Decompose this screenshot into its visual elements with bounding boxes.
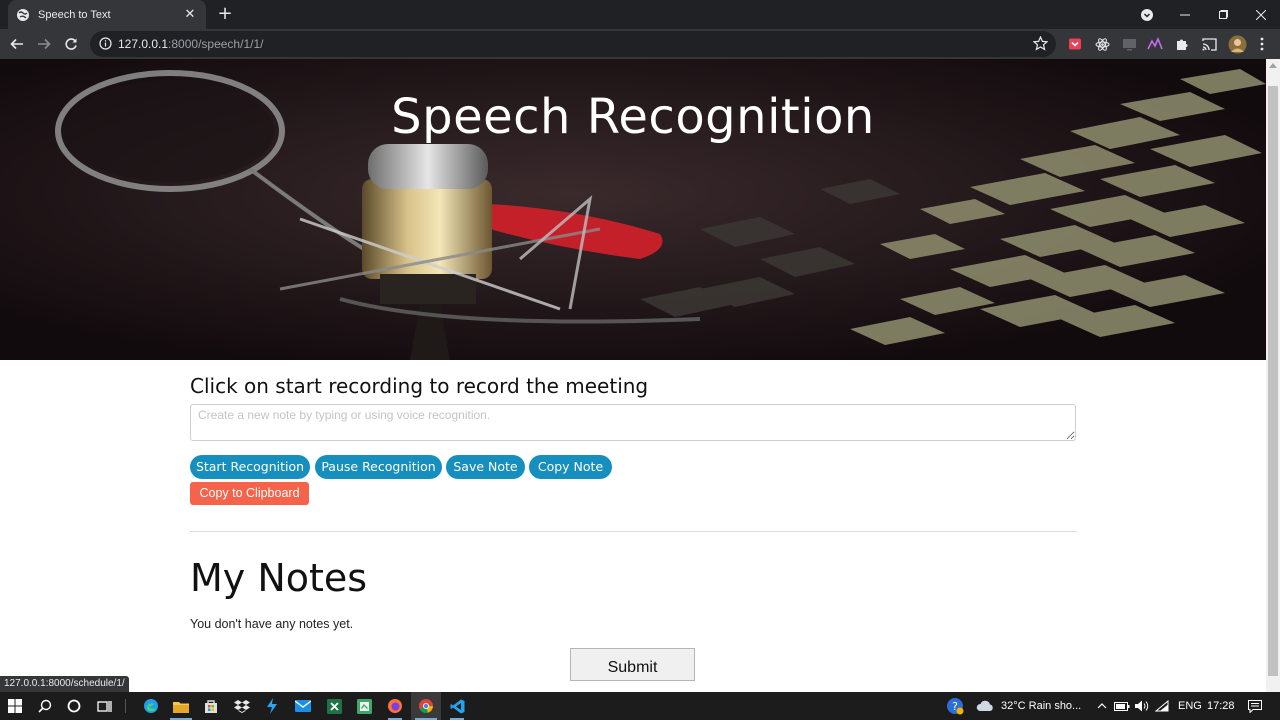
reload-icon[interactable] [59, 32, 83, 56]
hero-title: Speech Recognition [391, 89, 875, 145]
notes-heading: My Notes [190, 556, 368, 600]
star-icon[interactable] [1033, 36, 1048, 51]
url-path: :8000/speech/1/1/ [168, 37, 264, 51]
weather-text[interactable]: 32°C Rain sho... [1001, 692, 1081, 720]
taskbar-separator [125, 699, 126, 713]
address-bar[interactable]: 127.0.0.1:8000/speech/1/1/ [90, 31, 1056, 57]
sticky-app-icon[interactable] [349, 692, 379, 720]
battery-icon[interactable] [1112, 692, 1132, 720]
windows-start-icon[interactable] [0, 692, 30, 720]
link-status-bubble: 127.0.0.1:8000/schedule/1/ [0, 676, 129, 692]
section-divider [190, 531, 1077, 532]
extension-icon[interactable] [1147, 36, 1163, 52]
empty-notes-message: You don't have any notes yet. [190, 617, 354, 631]
copy-note-button[interactable]: Copy Note [529, 455, 612, 479]
power-automate-icon[interactable] [257, 692, 287, 720]
react-devtools-icon[interactable] [1094, 36, 1110, 52]
arrow-right-icon[interactable] [32, 32, 56, 56]
help-icon[interactable]: ? [940, 692, 970, 720]
windows-taskbar: ? 32°C Rain sho... ENG 17:28 [0, 692, 1280, 720]
page-viewport: Speech Recognition Click on start record… [0, 59, 1266, 692]
cast-screen-icon[interactable] [1121, 36, 1137, 52]
notifications-icon[interactable] [1240, 692, 1270, 720]
language-indicator[interactable]: ENG [1178, 692, 1202, 720]
store-icon[interactable] [196, 692, 226, 720]
puzzle-icon[interactable] [1174, 36, 1190, 52]
browser-toolbar: 127.0.0.1:8000/speech/1/1/ [0, 29, 1280, 59]
browser-tab-strip: Speech to Text ✕ + [0, 0, 1280, 29]
browser-tab[interactable]: Speech to Text ✕ [8, 0, 206, 29]
maximize-icon[interactable] [1204, 0, 1242, 29]
tab-title: Speech to Text [38, 8, 111, 21]
hero-banner: Speech Recognition [0, 59, 1266, 360]
note-textarea[interactable] [190, 404, 1076, 441]
copy-to-clipboard-button[interactable]: Copy to Clipboard [190, 482, 309, 505]
firefox-icon[interactable] [380, 692, 410, 720]
minimize-icon[interactable] [1166, 0, 1204, 29]
dropbox-icon[interactable] [227, 692, 257, 720]
edge-icon[interactable] [136, 692, 166, 720]
more-menu-icon[interactable] [1254, 36, 1270, 52]
scroll-up-icon[interactable] [1269, 63, 1277, 68]
excel-icon[interactable] [319, 692, 349, 720]
page-scrollbar[interactable] [1266, 59, 1280, 692]
wifi-icon[interactable] [1152, 692, 1172, 720]
tab-close-icon[interactable]: ✕ [182, 7, 198, 22]
cortana-icon[interactable] [59, 692, 89, 720]
pause-recognition-button[interactable]: Pause Recognition [315, 455, 442, 479]
chrome-icon[interactable] [411, 692, 441, 720]
profile-menu-icon[interactable] [1128, 0, 1166, 29]
submit-button[interactable]: Submit [570, 648, 695, 681]
vscode-icon[interactable] [442, 692, 472, 720]
clock[interactable]: 17:28 [1207, 692, 1235, 720]
volume-icon[interactable] [1132, 692, 1152, 720]
info-icon[interactable] [99, 37, 112, 50]
arrow-left-icon[interactable] [5, 32, 29, 56]
close-window-icon[interactable] [1242, 0, 1280, 29]
url-host: 127.0.0.1 [118, 37, 169, 51]
weather-cloud-icon [970, 692, 1000, 720]
avatar[interactable] [1227, 34, 1247, 54]
start-recognition-button[interactable]: Start Recognition [190, 455, 310, 479]
scroll-thumb[interactable] [1268, 86, 1278, 676]
file-explorer-icon[interactable] [166, 692, 196, 720]
cast-icon[interactable] [1201, 36, 1217, 52]
save-note-button[interactable]: Save Note [446, 455, 525, 479]
chevron-up-icon[interactable] [1090, 692, 1114, 720]
url-text: 127.0.0.1:8000/speech/1/1/ [118, 37, 263, 51]
task-view-icon[interactable] [89, 692, 119, 720]
pocket-extension-icon[interactable] [1067, 36, 1083, 52]
mail-icon[interactable] [288, 692, 318, 720]
recording-prompt: Click on start recording to record the m… [190, 374, 649, 398]
search-icon[interactable] [30, 692, 60, 720]
globe-icon [17, 8, 29, 21]
new-tab-icon[interactable]: + [214, 4, 236, 26]
